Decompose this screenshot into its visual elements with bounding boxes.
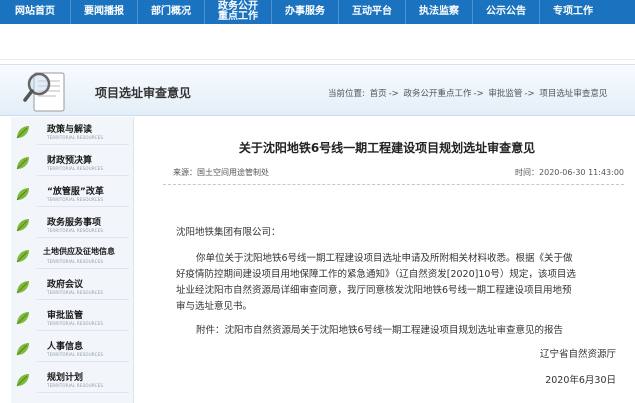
divider — [37, 175, 129, 176]
paragraph-line: 好疫情防控期间建设项目用地保障工作的紧急通知》（辽自然资发[2020]10号）规… — [176, 269, 576, 280]
sidebar-item-land-supply[interactable]: 土地供应及征地信息 TERRITORIAL RESOURCES — [11, 241, 134, 271]
sidebar-item-subtitle: TERRITORIAL RESOURCES — [47, 383, 104, 388]
sidebar-item-label: 规划计划 — [47, 373, 84, 383]
leaf-icon — [16, 374, 29, 387]
breadcrumb-prefix: 当前位置: — [328, 89, 365, 99]
paragraph-line: 审与选址意见书。 — [176, 301, 253, 312]
sidebar-item-reform[interactable]: “放管服”改革 TERRITORIAL RESOURCES — [11, 179, 134, 209]
nav-department[interactable]: 部门概况 — [138, 0, 204, 24]
breadcrumb: 当前位置: 首页 -> 政务公开重点工作 -> 审批监管 -> 项目选址审查意见 — [328, 87, 609, 99]
sidebar-item-planning[interactable]: 规划计划 TERRITORIAL RESOURCES — [11, 365, 134, 395]
breadcrumb-home[interactable]: 首页 — [370, 89, 387, 99]
divider — [37, 392, 129, 393]
sidebar-item-subtitle: TERRITORIAL RESOURCES — [47, 166, 104, 171]
divider — [37, 206, 129, 207]
sidebar-item-subtitle: TERRITORIAL RESOURCES — [47, 321, 104, 326]
sidebar-item-subtitle: TERRITORIAL RESOURCES — [47, 228, 104, 233]
breadcrumb-separator: -> — [473, 89, 484, 99]
sidebar-item-label: 政策与解读 — [47, 125, 93, 135]
nav-interaction[interactable]: 互动平台 — [339, 0, 405, 24]
sidebar-item-label: “放管服”改革 — [47, 187, 104, 197]
paragraph-line: 你单位关于沈阳地铁6号线一期工程建设项目选址申请及所附相关材料收悉。根据《关于做 — [196, 253, 573, 264]
divider — [37, 268, 129, 269]
divider — [37, 330, 129, 331]
sidebar-item-label: 财政预决算 — [47, 156, 93, 166]
nav-announcements[interactable]: 公示公告 — [473, 0, 539, 24]
breadcrumb-separator: -> — [524, 89, 535, 99]
nav-news[interactable]: 要闻播报 — [71, 0, 137, 24]
breadcrumb-approval[interactable]: 审批监管 — [488, 89, 522, 99]
sidebar-item-policy[interactable]: 政策与解读 TERRITORIAL RESOURCES — [11, 117, 134, 147]
breadcrumb-separator: -> — [388, 89, 399, 99]
section-header: 项目选址审查意见 当前位置: 首页 -> 政务公开重点工作 -> 审批监管 -> 项目… — [0, 64, 635, 116]
breadcrumb-gov-affairs[interactable]: 政务公开重点工作 — [404, 89, 472, 99]
sidebar-item-approval[interactable]: 审批监管 TERRITORIAL RESOURCES — [11, 303, 134, 333]
leaf-icon — [16, 343, 29, 356]
article-date: 2020年6月30日 — [545, 375, 616, 386]
banner-strip — [0, 24, 635, 60]
leaf-icon — [16, 219, 29, 232]
leaf-icon — [16, 157, 29, 170]
sidebar-item-label: 政务服务事项 — [47, 218, 102, 228]
article-title: 关于沈阳地铁6号线一期工程建设项目规划选址审查意见 — [238, 141, 536, 155]
breadcrumb-current[interactable]: 项目选址审查意见 — [539, 89, 607, 99]
divider — [37, 361, 129, 362]
nav-supervision[interactable]: 执法监察 — [406, 0, 472, 24]
divider — [37, 237, 129, 238]
leaf-icon — [16, 312, 29, 325]
sidebar-item-subtitle: TERRITORIAL RESOURCES — [47, 290, 104, 295]
attachment: 附件：沈阳市自然资源局关于沈阳地铁6号线一期工程建设项目规划选址审查意见的报告 — [196, 325, 564, 336]
sidebar-item-subtitle: TERRITORIAL RESOURCES — [47, 352, 104, 357]
section-title: 项目选址审查意见 — [95, 86, 192, 100]
nav-gov-affairs[interactable]: 政务公开 重点工作 — [205, 0, 271, 24]
nav-services[interactable]: 办事服务 — [272, 0, 338, 24]
sidebar-item-subtitle: TERRITORIAL RESOURCES — [47, 135, 104, 140]
magnifier-icon — [23, 72, 65, 112]
article-meta: 来源：国土空间用途管制处 时间：2020-06-30 11:43:00 — [163, 167, 624, 185]
divider — [37, 299, 129, 300]
sidebar-item-meetings[interactable]: 政府会议 TERRITORIAL RESOURCES — [11, 272, 134, 302]
sidebar-item-subtitle: TERRITORIAL RESOURCES — [47, 197, 104, 202]
sidebar-item-label: 土地供应及征地信息 — [43, 247, 115, 256]
nav-home[interactable]: 网站首页 — [0, 0, 70, 24]
leaf-icon — [16, 281, 29, 294]
sidebar-item-label: 政府会议 — [47, 280, 84, 290]
leaf-icon — [16, 126, 29, 139]
sidebar-item-personnel[interactable]: 人事信息 TERRITORIAL RESOURCES — [11, 334, 134, 364]
leaf-icon — [16, 250, 29, 263]
leaf-icon — [16, 188, 29, 201]
paragraph-line: 址业经沈阳市自然资源局详细审查同意，我厅同意核发沈阳地铁6号线一期工程建设项目用… — [176, 285, 572, 296]
sidebar-item-label: 人事信息 — [47, 342, 84, 352]
sidebar-item-subtitle: TERRITORIAL RESOURCES — [47, 259, 104, 264]
article-time: 时间：2020-06-30 11:43:00 — [515, 168, 624, 177]
sidebar-item-label: 审批监管 — [47, 311, 84, 321]
signature: 辽宁省自然资源厅 — [539, 349, 616, 360]
sidebar-item-services[interactable]: 政务服务事项 TERRITORIAL RESOURCES — [11, 210, 134, 240]
nav-special[interactable]: 专项工作 — [540, 0, 606, 24]
divider — [37, 144, 129, 145]
top-navigation: 网站首页 要闻播报 部门概况 政务公开 重点工作 办事服务 互动平台 执法监察 … — [0, 0, 635, 24]
salutation: 沈阳地铁集团有限公司： — [176, 227, 281, 238]
article-source: 来源：国土空间用途管制处 — [173, 168, 269, 177]
sidebar: 政策与解读 TERRITORIAL RESOURCES 财政预决算 TERRIT… — [11, 117, 134, 403]
article: 关于沈阳地铁6号线一期工程建设项目规划选址审查意见 来源：国土空间用途管制处 时… — [148, 117, 626, 403]
sidebar-item-budget[interactable]: 财政预决算 TERRITORIAL RESOURCES — [11, 148, 134, 178]
